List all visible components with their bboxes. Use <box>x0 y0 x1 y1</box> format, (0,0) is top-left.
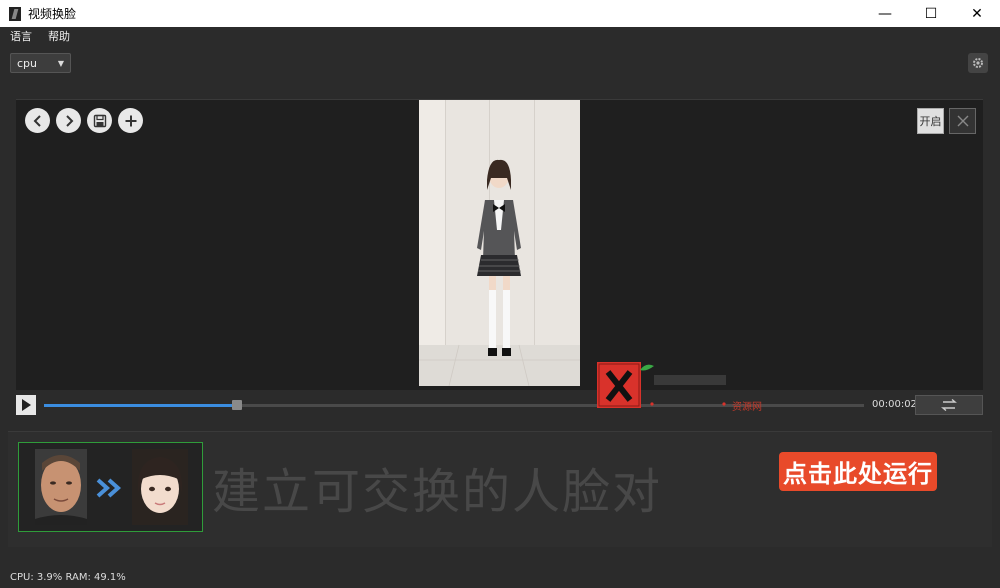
close-icon <box>957 115 968 127</box>
next-button[interactable] <box>56 108 81 133</box>
swap-icon <box>941 399 957 411</box>
chevron-down-icon: ▼ <box>57 58 64 68</box>
previous-button[interactable] <box>25 108 50 133</box>
menu-help[interactable]: 帮助 <box>38 28 76 44</box>
settings-button[interactable] <box>968 53 988 73</box>
device-select-value: cpu <box>17 56 38 70</box>
run-button[interactable]: 点击此处运行 <box>779 452 937 491</box>
watermark-logo <box>597 362 726 408</box>
window-title: 视频换脸 <box>28 7 77 21</box>
menu-language[interactable]: 语言 <box>0 28 38 44</box>
close-window-button[interactable]: ✕ <box>954 0 1000 27</box>
target-face-image <box>132 449 188 525</box>
timeline-progress <box>44 404 237 407</box>
playback-controls: 00:00:02 <box>0 389 1000 419</box>
device-select[interactable]: cpu ▼ <box>10 53 71 73</box>
resource-usage: CPU: 3.9% RAM: 49.1% <box>10 571 126 583</box>
app-icon <box>9 6 21 21</box>
add-button[interactable] <box>118 108 143 133</box>
chevron-left-icon <box>33 114 41 127</box>
chevron-double-right-icon <box>96 478 122 498</box>
play-button[interactable] <box>16 395 36 415</box>
current-time: 00:00:02 <box>872 399 917 410</box>
save-button[interactable] <box>87 108 112 133</box>
play-icon <box>22 399 31 411</box>
watermark-text: 资源网 <box>732 402 762 413</box>
gear-icon <box>973 58 983 68</box>
source-face-image <box>35 449 87 525</box>
close-viewer-button[interactable] <box>949 108 976 134</box>
menu-bar: 语言 帮助 <box>0 27 1000 45</box>
swap-button[interactable] <box>915 395 983 415</box>
video-frame-image <box>419 100 580 386</box>
video-frame <box>419 100 580 386</box>
maximize-button[interactable]: ☐ <box>908 0 954 27</box>
save-icon <box>93 114 106 127</box>
open-button[interactable]: 开启 <box>917 108 944 134</box>
title-bar: 视频换脸 — ☐ ✕ <box>0 0 1000 27</box>
plus-icon <box>125 115 136 126</box>
minimize-button[interactable]: — <box>862 0 908 27</box>
chevron-right-icon <box>65 114 73 127</box>
face-pair-card[interactable] <box>18 442 203 532</box>
face-pair-hint: 建立可交换的人脸对 <box>212 464 663 520</box>
timeline-handle[interactable] <box>231 400 242 410</box>
status-bar: CPU: 3.9% RAM: 49.1% <box>0 566 1000 588</box>
